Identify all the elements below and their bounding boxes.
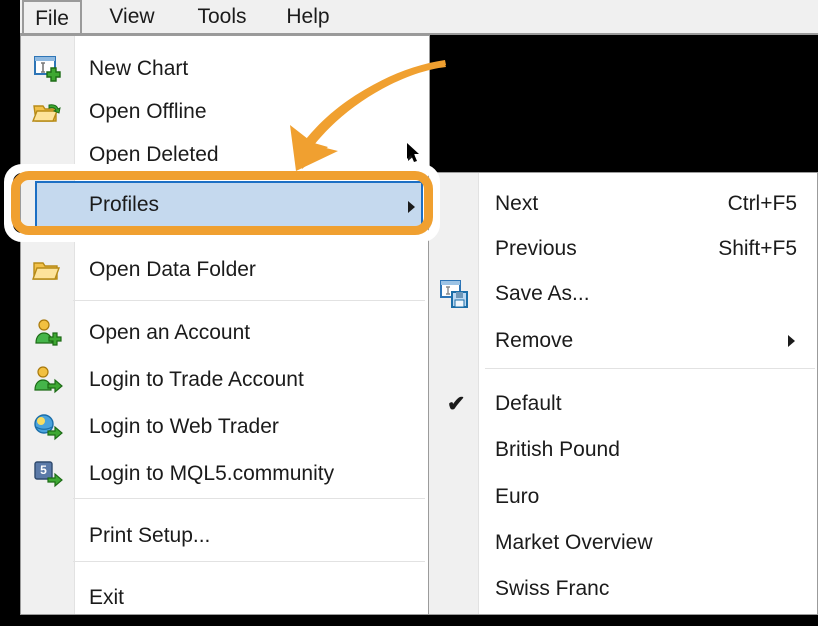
trade-account-icon	[34, 366, 63, 394]
menu-item-label: Print Setup...	[89, 524, 211, 547]
open-account-icon	[35, 319, 62, 346]
menu-item-exit[interactable]: Exit	[21, 578, 429, 618]
profiles-submenu: Next Ctrl+F5 Previous Shift+F5 Save As... Re…	[428, 172, 818, 615]
menu-item-label: Login to MQL5.community	[89, 462, 335, 485]
annotation-highlight-box	[11, 171, 433, 235]
menu-item-login-to-mql5-community[interactable]: 5 Login to MQL5.community	[21, 454, 429, 494]
data-folder-icon	[32, 262, 60, 280]
file-menu-dropdown: New Chart Open Offline Open Deleted Profil…	[20, 35, 430, 615]
menu-item-label: Swiss Franc	[495, 577, 610, 600]
trade-account-icon	[31, 363, 65, 397]
menu-item-open-data-folder[interactable]: Open Data Folder	[21, 250, 429, 290]
open-folder-icon	[32, 104, 61, 122]
menubar-item-tools[interactable]: Tools	[184, 0, 260, 33]
svg-text:5: 5	[40, 463, 47, 477]
web-trader-icon	[31, 410, 65, 444]
new-chart-icon	[31, 52, 65, 86]
menu-item-label: Euro	[495, 485, 540, 508]
menu-item-label: Login to Web Trader	[89, 415, 279, 438]
menu-separator	[73, 300, 425, 301]
menu-item-label: British Pound	[495, 438, 620, 461]
menu-item-default[interactable]: ✔ Default	[429, 384, 817, 424]
menu-item-label: Previous	[495, 237, 577, 260]
menu-item-label: Remove	[495, 329, 574, 352]
screenshot-root: File View Tools Help New Chart Open Offline…	[0, 0, 818, 626]
menu-item-shortcut: Shift+F5	[718, 237, 797, 260]
menubar-item-label: Help	[286, 5, 330, 28]
mql5-community-icon: 5	[34, 461, 63, 488]
save-profile-icon	[437, 277, 471, 311]
menu-item-open-offline[interactable]: Open Offline	[21, 92, 429, 132]
menu-item-label: Open Data Folder	[89, 258, 256, 281]
web-trader-icon	[34, 414, 63, 441]
save-profile-icon	[440, 280, 468, 308]
data-folder-icon	[31, 253, 65, 287]
menu-item-swiss-franc[interactable]: Swiss Franc	[429, 569, 817, 609]
menu-item-label: Market Overview	[495, 531, 653, 554]
menubar-item-label: File	[35, 7, 69, 30]
menu-item-print-setup[interactable]: Print Setup...	[21, 516, 429, 556]
menubar-item-help[interactable]: Help	[274, 0, 342, 33]
submenu-chevron-right-icon	[788, 335, 795, 347]
menu-item-euro[interactable]: Euro	[429, 477, 817, 517]
menu-item-remove[interactable]: Remove	[429, 321, 817, 361]
menu-item-previous[interactable]: Previous Shift+F5	[429, 229, 817, 269]
menu-item-label: Save As...	[495, 282, 590, 305]
open-folder-icon	[31, 95, 65, 129]
new-chart-icon	[34, 56, 61, 82]
menu-item-login-to-trade-account[interactable]: Login to Trade Account	[21, 360, 429, 400]
menu-item-market-overview[interactable]: Market Overview	[429, 523, 817, 563]
menubar-item-label: Tools	[197, 5, 247, 28]
menu-item-next[interactable]: Next Ctrl+F5	[429, 184, 817, 224]
menu-item-shortcut: Ctrl+F5	[727, 192, 797, 215]
mouse-cursor-icon	[407, 143, 419, 162]
open-account-icon	[31, 316, 65, 350]
menu-separator	[73, 498, 425, 499]
menu-item-login-to-web-trader[interactable]: Login to Web Trader	[21, 407, 429, 447]
menu-separator	[73, 561, 425, 562]
mql5-community-icon: 5	[31, 457, 65, 491]
menu-item-label: Open an Account	[89, 321, 251, 344]
menu-item-label: Exit	[89, 586, 125, 609]
menu-separator	[485, 368, 815, 369]
menubar-item-label: View	[109, 5, 155, 28]
menu-item-save-as[interactable]: Save As...	[429, 274, 817, 314]
menu-item-label: New Chart	[89, 57, 189, 80]
menu-item-label: Login to Trade Account	[89, 368, 304, 391]
menu-bar: File View Tools Help	[20, 0, 818, 35]
checkmark-icon: ✔	[447, 391, 466, 416]
menu-item-label: Default	[495, 392, 562, 415]
menu-item-open-an-account[interactable]: Open an Account	[21, 313, 429, 353]
menubar-item-file[interactable]: File	[22, 0, 82, 33]
menu-item-label: Open Offline	[89, 100, 207, 123]
menubar-item-view[interactable]: View	[96, 0, 168, 33]
menu-item-british-pound[interactable]: British Pound	[429, 430, 817, 470]
menu-item-new-chart[interactable]: New Chart	[21, 49, 429, 89]
menu-item-label: Next	[495, 192, 539, 215]
